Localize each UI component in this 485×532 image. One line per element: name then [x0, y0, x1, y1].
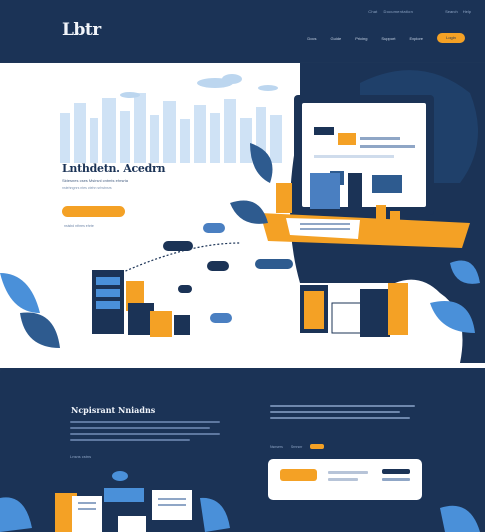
hero-subtitle-2: nstehngnrs ntes ctehn srhstnsrs: [62, 186, 112, 190]
hero-cta-button[interactable]: [62, 206, 125, 217]
right-text-lines: [270, 405, 415, 423]
top-header: Chat Documentation Search Help Lbtr Docs…: [0, 0, 485, 62]
login-button[interactable]: Login: [437, 33, 465, 43]
right-row-item-1[interactable]: Srnrsnr: [291, 445, 302, 449]
card-line: [328, 478, 358, 481]
top-link-1[interactable]: Documentation: [383, 9, 413, 14]
card-primary-button[interactable]: [280, 469, 317, 481]
signup-card: [268, 459, 422, 500]
card-line: [382, 478, 410, 481]
section-text-lines: [70, 421, 220, 445]
top-links-right: Search Help: [445, 9, 471, 14]
top-link-right-1[interactable]: Help: [463, 9, 471, 14]
site-logo[interactable]: Lbtr: [62, 20, 101, 40]
top-link-0[interactable]: Chat: [368, 9, 377, 14]
top-links: Chat Documentation: [368, 9, 413, 14]
hero-note: nsisbd nthres ehrte: [64, 224, 94, 228]
hero-subtitle: Sktesnes cses Msirsnl cntmts ehrsrta: [62, 178, 129, 183]
right-row: Nsnsers Srnrsnr: [270, 444, 325, 449]
hero-section: Lnthdetn. Acedrn Sktesnes cses Msirsnl c…: [0, 63, 485, 368]
nav-item-pricing[interactable]: Pricing: [355, 36, 367, 41]
section-title: Ncpisrant Nniadns: [71, 405, 156, 415]
features-section: Ncpisrant Nniadns Lnsns cstns Nsnsers Sr…: [0, 368, 485, 532]
nav-item-guide[interactable]: Guide: [331, 36, 342, 41]
right-row-pill[interactable]: [310, 444, 325, 449]
hero-title: Lnthdetn. Acedrn: [62, 162, 166, 175]
nav-item-support[interactable]: Support: [381, 36, 395, 41]
features-illustration: [0, 471, 480, 532]
city-skyline: [60, 93, 282, 163]
card-line: [328, 471, 368, 474]
card-secondary-button[interactable]: [382, 469, 410, 474]
doc-stack: [300, 283, 408, 337]
section-link[interactable]: Lnsns cstns: [70, 454, 91, 459]
top-link-right-0[interactable]: Search: [445, 9, 458, 14]
main-nav: Docs Guide Pricing Support Explore Login: [307, 33, 465, 43]
nav-item-docs[interactable]: Docs: [307, 36, 316, 41]
right-row-item-0[interactable]: Nsnsers: [270, 445, 283, 449]
server-stack: [92, 270, 190, 337]
folder-stack: [55, 484, 198, 532]
nav-item-explore[interactable]: Explore: [409, 36, 423, 41]
